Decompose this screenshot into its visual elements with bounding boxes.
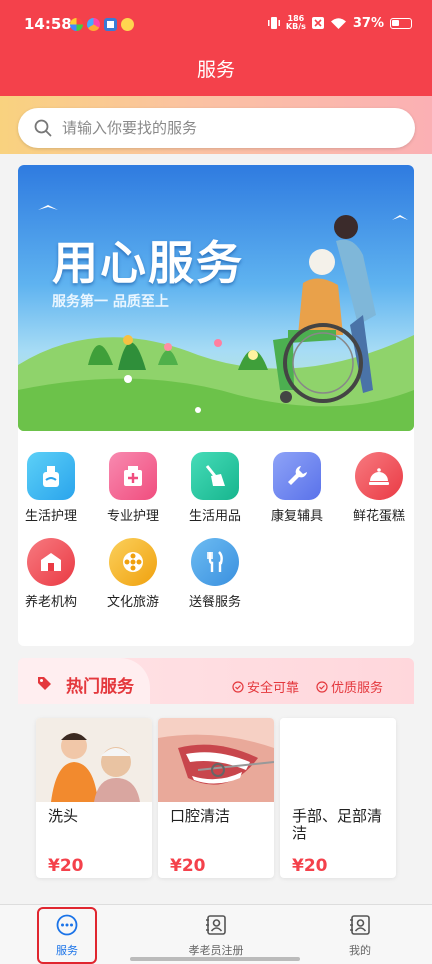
- product-image: [158, 718, 274, 802]
- category-life-care[interactable]: 生活护理: [16, 452, 86, 524]
- badge-safe: 安全可靠: [232, 677, 299, 696]
- tag-icon: [38, 677, 51, 690]
- status-bar: 14:58 186 KB/s 37%: [0, 0, 432, 50]
- category-flowers-cake[interactable]: 鲜花蛋糕: [344, 452, 414, 524]
- wifi-icon: [330, 17, 346, 29]
- status-time: 14:58: [24, 15, 72, 33]
- product-name: 洗头: [48, 807, 79, 825]
- product-image: [36, 718, 152, 802]
- product-name: 口腔清洁: [170, 807, 231, 825]
- fork-knife-icon: [191, 538, 239, 586]
- category-daily-goods[interactable]: 生活用品: [180, 452, 250, 524]
- product-price: ¥20: [48, 856, 84, 876]
- nav-item-register[interactable]: 孝老员注册: [161, 913, 271, 958]
- nav-label: 我的: [349, 944, 371, 957]
- status-right: 186 KB/s 37%: [267, 14, 412, 31]
- sim-icon: [311, 17, 324, 29]
- building-icon: [27, 538, 75, 586]
- hot-services-header: 热门服务 安全可靠 优质服务: [18, 658, 414, 704]
- page-header: 服务: [0, 50, 432, 96]
- film-reel-icon: [109, 538, 157, 586]
- search-box[interactable]: [18, 108, 415, 148]
- check-circle-icon: [232, 680, 244, 693]
- home-indicator: [130, 957, 300, 961]
- category-meal-delivery[interactable]: 送餐服务: [180, 538, 250, 610]
- search-icon: [34, 119, 52, 137]
- app-notification-icon: [121, 18, 134, 31]
- contact-card-icon: [350, 915, 370, 935]
- app-notification-icon: [87, 18, 100, 31]
- network-speed: 186 KB/s: [285, 14, 306, 31]
- highlight-box: [37, 907, 97, 964]
- battery-percent: 37%: [352, 15, 384, 31]
- product-card[interactable]: 手部、足部清洁 ¥20: [280, 718, 396, 878]
- lotion-bottle-icon: [27, 452, 75, 500]
- category-elderly-institution[interactable]: 养老机构: [16, 538, 86, 610]
- product-price: ¥20: [292, 856, 328, 876]
- nav-label: 孝老员注册: [188, 944, 244, 957]
- hot-services-title: 热门服务: [66, 677, 134, 697]
- app-notification-icon: [70, 18, 83, 31]
- badge-quality: 优质服务: [316, 677, 383, 696]
- broom-icon: [191, 452, 239, 500]
- contact-card-icon: [206, 915, 226, 935]
- medicine-box-icon: [109, 452, 157, 500]
- banner-subtitle: 服务第一 品质至上: [52, 294, 169, 310]
- battery-icon: [390, 17, 412, 29]
- category-culture-travel[interactable]: 文化旅游: [98, 538, 168, 610]
- promo-banner[interactable]: 用心服务 服务第一 品质至上: [18, 165, 414, 431]
- category-pro-care[interactable]: 专业护理: [98, 452, 168, 524]
- vibrate-icon: [267, 17, 280, 29]
- notification-icons: [70, 18, 134, 31]
- product-name: 手部、足部清洁: [292, 807, 383, 842]
- product-card[interactable]: 洗头 ¥20: [36, 718, 152, 878]
- search-input[interactable]: [62, 114, 402, 142]
- product-image: [280, 718, 396, 802]
- cake-dome-icon: [355, 452, 403, 500]
- check-circle-icon: [316, 680, 328, 693]
- wrench-icon: [273, 452, 321, 500]
- nav-item-mine[interactable]: 我的: [305, 913, 415, 958]
- app-notification-icon: [104, 18, 117, 31]
- banner-title: 用心服务: [52, 236, 244, 290]
- page-title: 服务: [196, 59, 235, 81]
- category-rehab-aids[interactable]: 康复辅具: [262, 452, 332, 524]
- search-band: [0, 96, 432, 154]
- product-price: ¥20: [170, 856, 206, 876]
- product-card[interactable]: 口腔清洁 ¥20: [158, 718, 274, 878]
